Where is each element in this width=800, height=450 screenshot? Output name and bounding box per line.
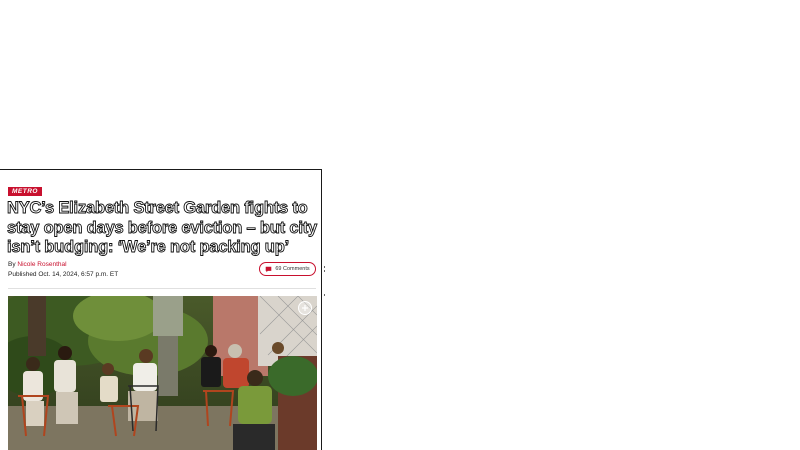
comments-button[interactable]: 69 Comments <box>259 262 316 276</box>
headline: NYC’s Elizabeth Street Garden fights to … <box>7 199 318 257</box>
byline-prefix: By <box>8 261 16 268</box>
hero-image[interactable] <box>8 296 317 450</box>
comments-label: 69 Comments <box>275 266 310 272</box>
expand-plus-icon <box>302 305 308 311</box>
edge-marker <box>324 266 325 268</box>
byline: By Nicole Rosenthal <box>8 261 67 268</box>
author-link[interactable]: Nicole Rosenthal <box>17 261 66 268</box>
article-card: METRO NYC’s Elizabeth Street Garden figh… <box>0 169 322 450</box>
section-tag[interactable]: METRO <box>8 187 42 196</box>
comment-bubble-icon <box>266 266 272 272</box>
published-date: Published Oct. 14, 2024, 6:57 p.m. ET <box>8 271 119 278</box>
edge-marker <box>324 270 325 272</box>
divider <box>8 288 316 289</box>
zoom-button[interactable] <box>298 301 312 315</box>
garden-photo <box>8 296 317 450</box>
edge-marker <box>324 294 325 296</box>
